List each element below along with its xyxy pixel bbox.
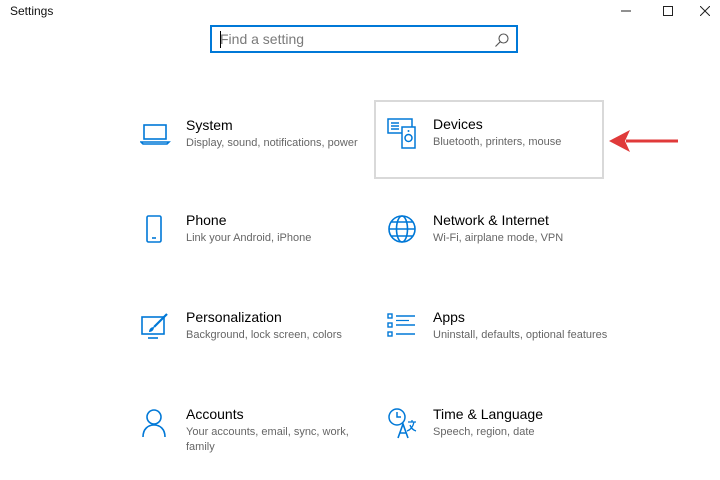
tile-title: Devices [433,116,483,132]
close-button[interactable] [690,0,720,22]
tile-network-internet[interactable]: Network & Internet Wi-Fi, airplane mode,… [387,212,617,290]
window-title: Settings [10,4,54,18]
tile-description: Background, lock screen, colors [186,329,342,341]
time-language-icon [387,408,419,440]
close-icon [700,6,710,16]
tile-time-language[interactable]: Time & Language Speech, region, date [387,406,617,480]
tile-title: System [186,117,233,133]
minimize-icon [621,10,631,12]
tile-title: Apps [433,309,465,325]
tile-accounts[interactable]: Accounts Your accounts, email, sync, wor… [140,406,370,480]
tile-description: Your accounts, email, sync, work, family [186,426,349,453]
tile-system[interactable]: System Display, sound, notifications, po… [139,117,370,195]
search-icon[interactable] [494,32,510,48]
tile-devices[interactable]: Devices Bluetooth, printers, mouse [387,116,617,194]
search-box[interactable] [210,25,518,53]
apps-list-icon [387,311,419,343]
tile-description: Bluetooth, printers, mouse [433,136,562,148]
laptop-icon [139,119,172,151]
devices-icon [387,118,419,150]
red-arrow-icon [609,130,678,152]
minimize-button[interactable] [606,0,646,22]
tile-apps[interactable]: Apps Uninstall, defaults, optional featu… [387,309,617,387]
tile-title: Accounts [186,406,244,422]
maximize-icon [663,6,673,16]
title-bar: Settings [0,0,720,24]
paint-icon [140,311,172,343]
tile-title: Personalization [186,309,282,325]
tile-description: Uninstall, defaults, optional features [433,329,608,341]
tile-personalization[interactable]: Personalization Background, lock screen,… [140,309,370,387]
tile-title: Phone [186,212,227,228]
tile-phone[interactable]: Phone Link your Android, iPhone [140,212,370,290]
tile-description: Wi-Fi, airplane mode, VPN [433,232,564,244]
tile-title: Time & Language [433,406,543,422]
search-input[interactable] [220,30,490,48]
globe-icon [387,214,419,246]
tile-title: Network & Internet [433,212,549,228]
tile-description: Link your Android, iPhone [186,232,312,244]
maximize-button[interactable] [648,0,688,22]
tile-description: Display, sound, notifications, power [186,137,358,149]
tile-description: Speech, region, date [433,426,535,438]
phone-icon [140,214,172,246]
person-icon [140,408,172,440]
